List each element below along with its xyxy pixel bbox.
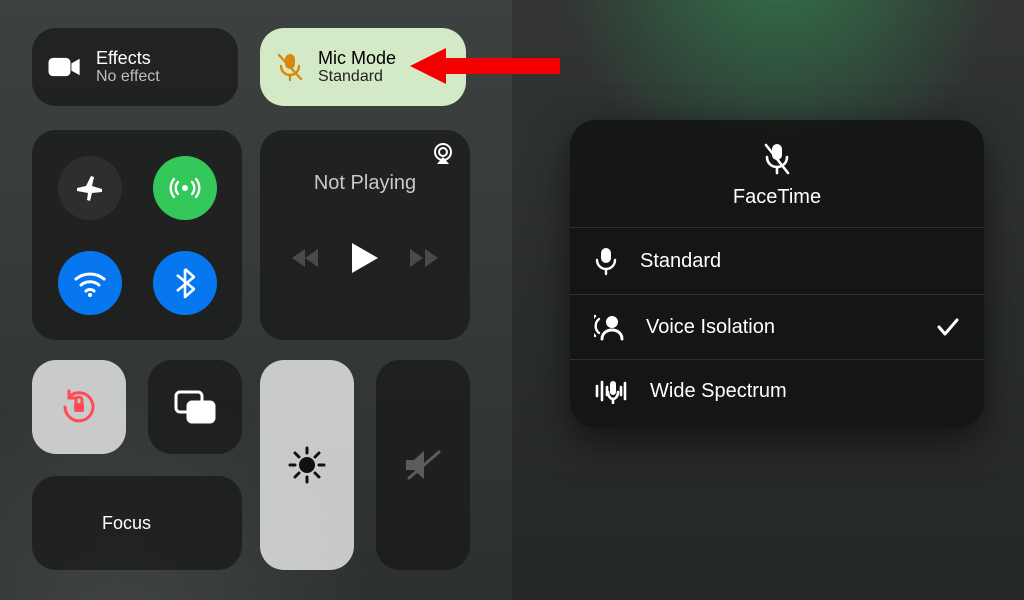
mic-mode-text: Mic Mode Standard: [318, 48, 396, 87]
option-label: Standard: [640, 250, 721, 273]
bluetooth-toggle[interactable]: [153, 251, 217, 315]
mic-mode-panel: FaceTime Standard Voice Isolation: [570, 120, 984, 428]
volume-slider[interactable]: [376, 360, 470, 570]
mic-mode-title: Mic Mode: [318, 48, 396, 69]
option-label: Wide Spectrum: [650, 380, 787, 403]
screen-mirroring-button[interactable]: [148, 360, 242, 454]
voice-isolation-icon: [594, 313, 624, 341]
camera-icon: [48, 56, 82, 78]
moon-icon: [54, 508, 84, 538]
wide-spectrum-icon: [594, 378, 628, 404]
next-track-button[interactable]: [410, 247, 438, 269]
airplay-icon[interactable]: [430, 142, 456, 166]
option-label: Voice Isolation: [646, 316, 775, 339]
brightness-slider[interactable]: [260, 360, 354, 570]
connectivity-group[interactable]: [32, 130, 242, 340]
effects-subtitle: No effect: [96, 68, 160, 86]
focus-button[interactable]: Focus: [32, 476, 242, 570]
cellular-toggle[interactable]: [153, 156, 217, 220]
effects-button[interactable]: Effects No effect: [32, 28, 238, 106]
effects-text: Effects No effect: [96, 48, 160, 87]
effects-title: Effects: [96, 48, 160, 69]
mic-muted-icon: [762, 142, 792, 176]
mic-mode-subtitle: Standard: [318, 68, 396, 86]
rotation-lock-toggle[interactable]: [32, 360, 126, 454]
wifi-toggle[interactable]: [58, 251, 122, 315]
mic-option-voice-isolation[interactable]: Voice Isolation: [570, 294, 984, 359]
checkmark-icon: [936, 317, 960, 337]
mic-muted-icon: [276, 52, 304, 82]
media-controls[interactable]: Not Playing: [260, 130, 470, 340]
focus-label: Focus: [102, 513, 151, 534]
now-playing-status: Not Playing: [278, 172, 452, 195]
microphone-icon: [594, 246, 618, 276]
speaker-muted-icon: [403, 448, 443, 482]
sun-icon: [288, 446, 326, 484]
airplane-mode-toggle[interactable]: [58, 156, 122, 220]
play-button[interactable]: [352, 243, 378, 273]
mic-option-standard[interactable]: Standard: [570, 227, 984, 294]
panel-app-name: FaceTime: [733, 186, 821, 209]
mic-option-wide-spectrum[interactable]: Wide Spectrum: [570, 359, 984, 422]
prev-track-button[interactable]: [292, 247, 320, 269]
callout-arrow: [410, 46, 560, 86]
